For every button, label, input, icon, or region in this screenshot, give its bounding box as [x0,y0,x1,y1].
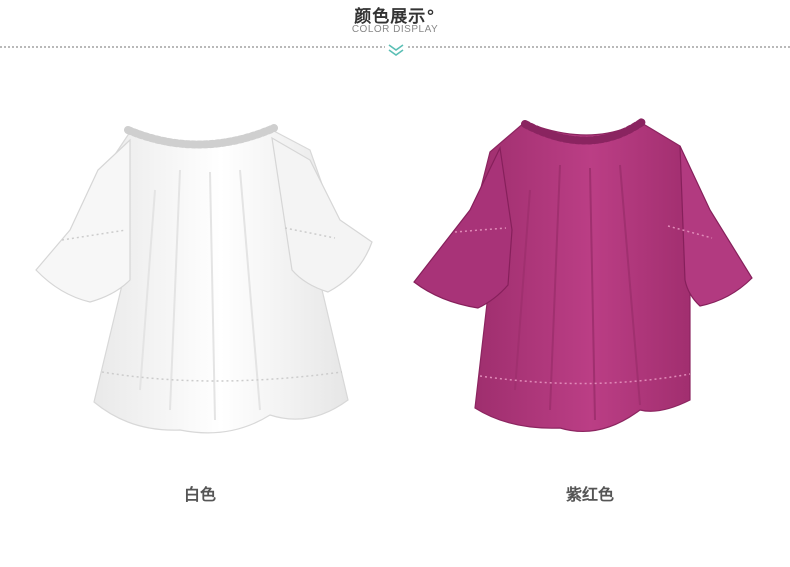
product-caption: 白色 [183,485,216,504]
double-chevron-down-icon [385,42,407,56]
magenta-blouse-image [413,118,753,433]
product-white: 白色 [10,110,390,530]
section-subtitle: COLOR DISPLAY [351,24,439,35]
section-header: 颜色展示° COLOR DISPLAY [0,0,790,60]
product-caption: 紫红色 [565,485,614,504]
product-magenta: 紫红色 [400,110,780,530]
white-blouse-image [35,124,373,434]
